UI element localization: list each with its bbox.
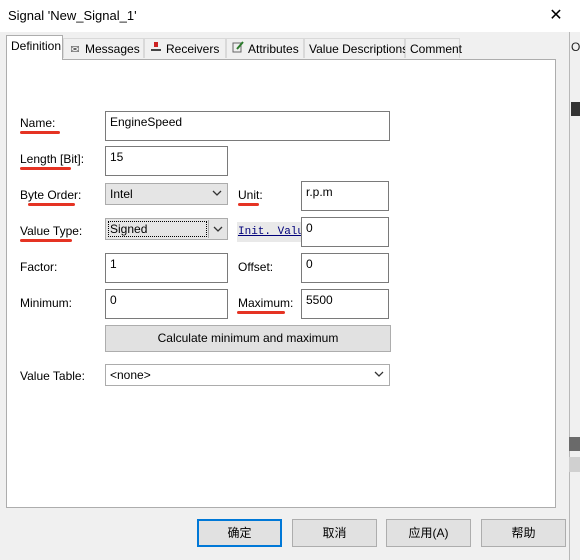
value-table-select[interactable]: <none> xyxy=(105,364,390,386)
dialog-content: Definition ✉ Messages Receivers Attribute… xyxy=(0,32,569,560)
tab-label: Definition xyxy=(11,39,62,53)
offset-field[interactable]: 0 xyxy=(301,253,389,283)
value-type-label: Value Type: xyxy=(20,224,83,238)
length-field[interactable]: 15 xyxy=(105,146,228,176)
init-value-field[interactable]: 0 xyxy=(301,217,389,247)
unit-label: Unit: xyxy=(238,188,263,202)
chevron-down-icon xyxy=(374,371,384,377)
annotation-underline xyxy=(238,203,259,206)
tab-label: Receivers xyxy=(166,42,220,56)
attributes-icon xyxy=(231,40,245,60)
title-bar: Signal 'New_Signal_1' ✕ xyxy=(0,0,580,32)
tab-definition[interactable]: Definition xyxy=(6,35,63,60)
factor-field[interactable]: 1 xyxy=(105,253,228,283)
chevron-down-icon xyxy=(212,190,222,196)
tab-label: Value Descriptions xyxy=(309,42,409,56)
tab-comment[interactable]: Comment xyxy=(405,38,463,58)
maximum-label: Maximum: xyxy=(238,296,294,310)
value-table-value: <none> xyxy=(110,368,151,382)
cancel-button[interactable]: 取消 xyxy=(292,519,377,547)
tab-messages[interactable]: ✉ Messages xyxy=(63,38,144,58)
value-type-value: Signed xyxy=(110,222,148,236)
close-icon[interactable]: ✕ xyxy=(540,3,572,29)
unit-field[interactable]: r.p.m xyxy=(301,181,389,211)
background-window-strip: Of xyxy=(569,32,580,560)
offset-label: Offset: xyxy=(238,260,274,274)
envelope-icon: ✉ xyxy=(70,44,80,56)
minimum-label: Minimum: xyxy=(20,296,73,310)
background-block xyxy=(569,457,580,472)
byte-order-value: Intel xyxy=(110,187,133,201)
dropdown-button[interactable] xyxy=(208,220,226,238)
annotation-underline xyxy=(20,131,60,134)
byte-order-label: Byte Order: xyxy=(20,188,82,202)
tab-value-descriptions[interactable]: Value Descriptions xyxy=(304,38,409,58)
definition-panel: Name: EngineSpeed Length [Bit]: 15 Byte … xyxy=(6,59,556,508)
strip-edge xyxy=(569,32,570,560)
tab-label: Attributes xyxy=(248,42,299,56)
background-text-fragment: Of xyxy=(571,40,580,54)
ok-button[interactable]: 确定 xyxy=(197,519,282,547)
tab-label: Comment xyxy=(410,42,463,56)
annotation-underline xyxy=(28,203,75,206)
byte-order-select[interactable]: Intel xyxy=(105,183,228,205)
length-label: Length [Bit]: xyxy=(20,152,85,166)
help-button[interactable]: 帮助 xyxy=(481,519,566,547)
window-title: Signal 'New_Signal_1' xyxy=(8,8,137,23)
chevron-down-icon xyxy=(213,226,223,232)
receiver-icon xyxy=(149,40,163,60)
annotation-underline xyxy=(20,167,71,170)
background-mark xyxy=(571,102,580,116)
annotation-underline xyxy=(20,239,72,242)
factor-label: Factor: xyxy=(20,260,58,274)
init-value-label[interactable]: Init. Value xyxy=(237,222,303,242)
value-type-select[interactable]: Signed xyxy=(105,218,228,240)
annotation-underline xyxy=(237,311,285,314)
tab-attributes[interactable]: Attributes xyxy=(226,38,304,58)
name-label: Name: xyxy=(20,116,56,130)
minimum-field[interactable]: 0 xyxy=(105,289,228,319)
maximum-field[interactable]: 5500 xyxy=(301,289,389,319)
background-block xyxy=(569,437,580,451)
tab-receivers[interactable]: Receivers xyxy=(144,38,226,58)
name-field[interactable]: EngineSpeed xyxy=(105,111,390,141)
calculate-min-max-button[interactable]: Calculate minimum and maximum xyxy=(105,325,391,352)
value-table-label: Value Table: xyxy=(20,369,85,383)
apply-button[interactable]: 应用(A) xyxy=(386,519,471,547)
tab-label: Messages xyxy=(85,42,140,56)
